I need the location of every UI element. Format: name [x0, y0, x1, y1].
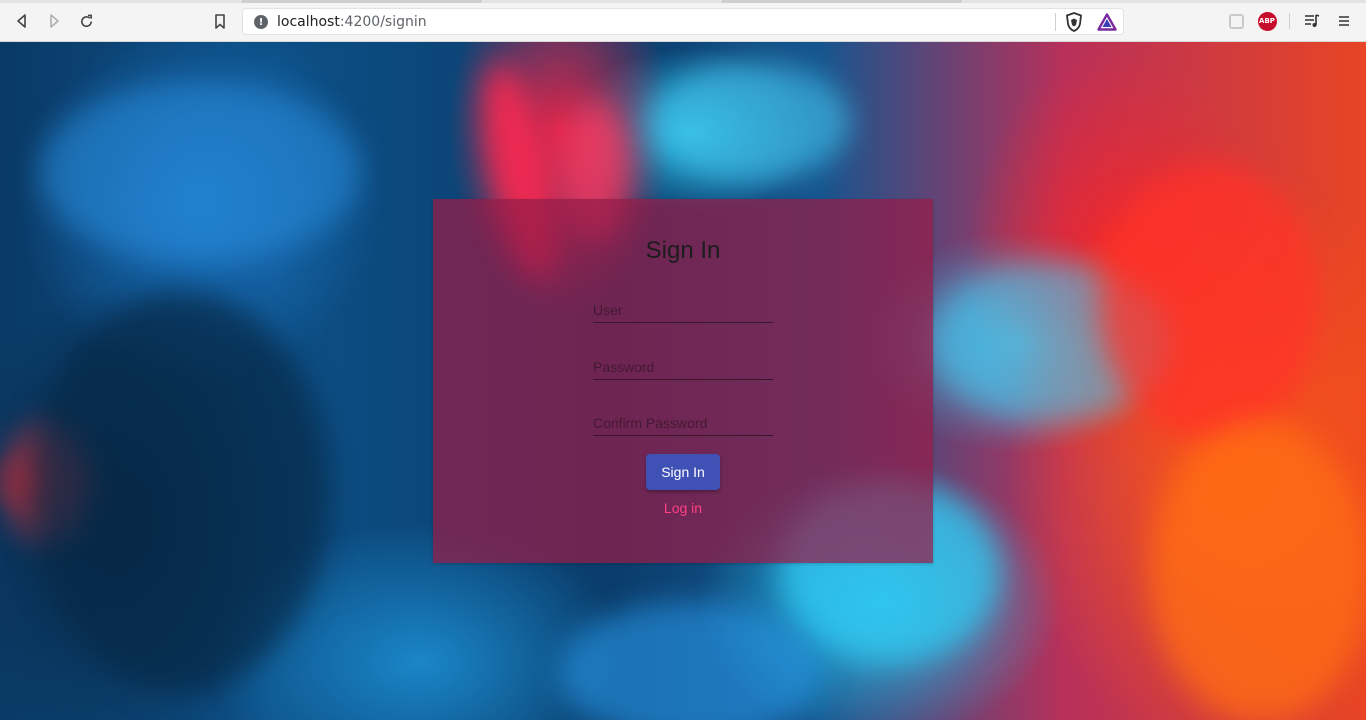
bookmark-icon[interactable]	[208, 9, 232, 33]
url-text[interactable]: localhost:4200/signin	[277, 14, 427, 30]
smoke-swirl	[560, 602, 820, 720]
url-divider	[1055, 13, 1056, 31]
adblock-label: ABP	[1257, 11, 1277, 31]
forward-icon[interactable]	[42, 9, 66, 33]
sign-in-button[interactable]: Sign In	[646, 454, 720, 490]
tab-segment[interactable]	[242, 0, 482, 3]
input-underline	[593, 435, 773, 436]
user-input[interactable]	[593, 299, 773, 321]
reload-icon[interactable]	[74, 9, 98, 33]
toolbar-separator	[1289, 13, 1290, 29]
tab-segment[interactable]	[722, 0, 962, 3]
confirm-password-input[interactable]	[593, 412, 773, 434]
smoke-swirl	[650, 62, 850, 182]
confirm-password-field[interactable]	[593, 412, 773, 438]
brave-shields-icon[interactable]	[1065, 12, 1083, 32]
adblock-icon[interactable]: ABP	[1257, 11, 1277, 31]
brave-rewards-icon[interactable]	[1097, 13, 1117, 31]
menu-icon[interactable]	[1334, 11, 1354, 31]
url-host: localhost	[277, 14, 340, 30]
smoke-swirl	[1100, 162, 1320, 442]
signin-card: Sign In Sign In Log in	[433, 199, 933, 563]
address-bar[interactable]: ! localhost:4200/signin	[242, 8, 1124, 35]
back-icon[interactable]	[10, 9, 34, 33]
media-icon[interactable]	[1302, 11, 1322, 31]
smoke-swirl	[1150, 422, 1366, 720]
input-underline	[593, 379, 773, 380]
input-underline	[593, 322, 773, 323]
info-icon[interactable]: !	[254, 15, 268, 29]
tab-strip	[0, 0, 1366, 3]
password-input[interactable]	[593, 356, 773, 378]
password-field[interactable]	[593, 356, 773, 382]
log-in-link[interactable]: Log in	[433, 500, 933, 516]
page-title: Sign In	[645, 237, 721, 264]
url-path: :4200/signin	[339, 14, 427, 30]
smoke-swirl	[30, 292, 330, 692]
smoke-swirl	[40, 82, 360, 262]
browser-toolbar: ! localhost:4200/signin ABP	[0, 0, 1366, 42]
extension-icon[interactable]	[1226, 11, 1246, 31]
user-field[interactable]	[593, 299, 773, 325]
